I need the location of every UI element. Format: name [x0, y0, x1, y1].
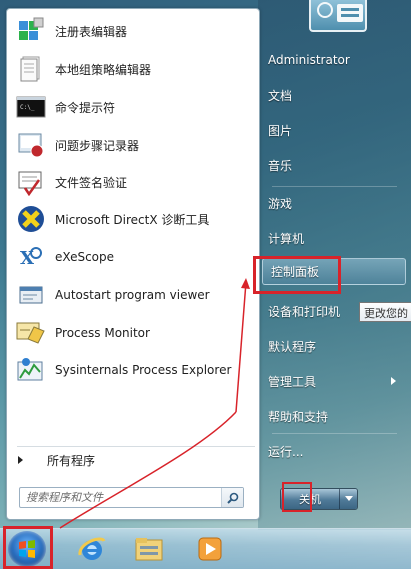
right-separator [272, 186, 397, 187]
program-label: 命令提示符 [55, 100, 116, 115]
program-label: Autostart program viewer [55, 288, 210, 302]
music-link[interactable]: 音乐 [268, 152, 292, 178]
steps-recorder-icon [15, 129, 47, 161]
program-item-directx[interactable]: Microsoft DirectX 诊断工具 [11, 201, 255, 237]
program-label: eXeScope [55, 250, 115, 264]
computer-link[interactable]: 计算机 [268, 225, 304, 251]
shutdown-button[interactable]: 关机 [281, 489, 339, 509]
devices-printers-link[interactable]: 设备和打印机 [268, 298, 340, 324]
program-label: 文件签名验证 [55, 175, 128, 190]
games-link[interactable]: 游戏 [268, 190, 292, 216]
default-programs-link[interactable]: 默认程序 [268, 333, 316, 359]
documents-link[interactable]: 文档 [268, 82, 292, 108]
program-label: Process Monitor [55, 326, 150, 340]
process-monitor-icon [15, 317, 47, 349]
user-picture-monitor [337, 4, 363, 22]
shutdown-control[interactable]: 关机 [280, 488, 358, 510]
run-link[interactable]: 运行... [268, 438, 303, 464]
all-programs-label: 所有程序 [47, 453, 96, 468]
program-item-group-policy[interactable]: 本地组策略编辑器 [11, 51, 255, 87]
expand-arrow-icon [18, 456, 23, 464]
program-label: 本地组策略编辑器 [55, 62, 152, 77]
submenu-arrow-icon [391, 377, 396, 385]
control-panel-link[interactable]: 控制面板 [262, 258, 406, 285]
media-player-icon[interactable] [188, 532, 232, 566]
internet-explorer-icon[interactable] [70, 532, 114, 566]
program-item-registry-editor[interactable]: 注册表编辑器 [11, 13, 255, 49]
program-item-exescope[interactable]: X eXeScope [11, 239, 255, 275]
search-input[interactable] [26, 491, 216, 504]
tooltip: 更改您的 [359, 302, 411, 322]
windows-explorer-icon[interactable] [127, 532, 171, 566]
all-programs-button[interactable]: 所有程序 [12, 449, 252, 471]
search-box[interactable] [19, 487, 244, 508]
user-name-link[interactable]: Administrator [268, 47, 350, 73]
svg-text:C:\_: C:\_ [20, 104, 35, 111]
program-item-process-monitor[interactable]: Process Monitor [11, 315, 255, 351]
user-picture-circle [317, 2, 333, 18]
help-support-link[interactable]: 帮助和支持 [268, 403, 328, 429]
programs-pane: 注册表编辑器 本地组策略编辑器 C:\_ 命令提示符 问题步骤记录器 文件签名验… [6, 8, 260, 520]
registry-editor-icon [15, 15, 47, 47]
exescope-icon: X [15, 241, 47, 273]
process-explorer-icon [15, 354, 47, 386]
program-item-file-signature[interactable]: 文件签名验证 [11, 164, 255, 200]
admin-tools-link[interactable]: 管理工具 [268, 368, 316, 394]
program-item-command-prompt[interactable]: C:\_ 命令提示符 [11, 89, 255, 125]
command-prompt-icon: C:\_ [15, 91, 47, 123]
autostart-viewer-icon [15, 279, 47, 311]
program-label: 问题步骤记录器 [55, 138, 140, 153]
user-picture[interactable] [309, 0, 367, 32]
program-label: 注册表编辑器 [55, 24, 128, 39]
directx-icon [15, 203, 47, 235]
group-policy-icon [15, 53, 47, 85]
program-label: Microsoft DirectX 诊断工具 [55, 212, 210, 227]
program-item-autostart-viewer[interactable]: Autostart program viewer [11, 277, 255, 313]
program-label: Sysinternals Process Explorer [55, 363, 232, 377]
pictures-link[interactable]: 图片 [268, 117, 292, 143]
programs-separator [17, 446, 255, 447]
windows-start-orb-icon[interactable] [8, 531, 46, 567]
right-separator [272, 433, 397, 434]
program-item-steps-recorder[interactable]: 问题步骤记录器 [11, 127, 255, 163]
shutdown-options-button[interactable] [339, 489, 357, 509]
search-icon[interactable] [221, 488, 243, 507]
program-item-process-explorer[interactable]: Sysinternals Process Explorer [11, 352, 255, 388]
file-signature-icon [15, 166, 47, 198]
